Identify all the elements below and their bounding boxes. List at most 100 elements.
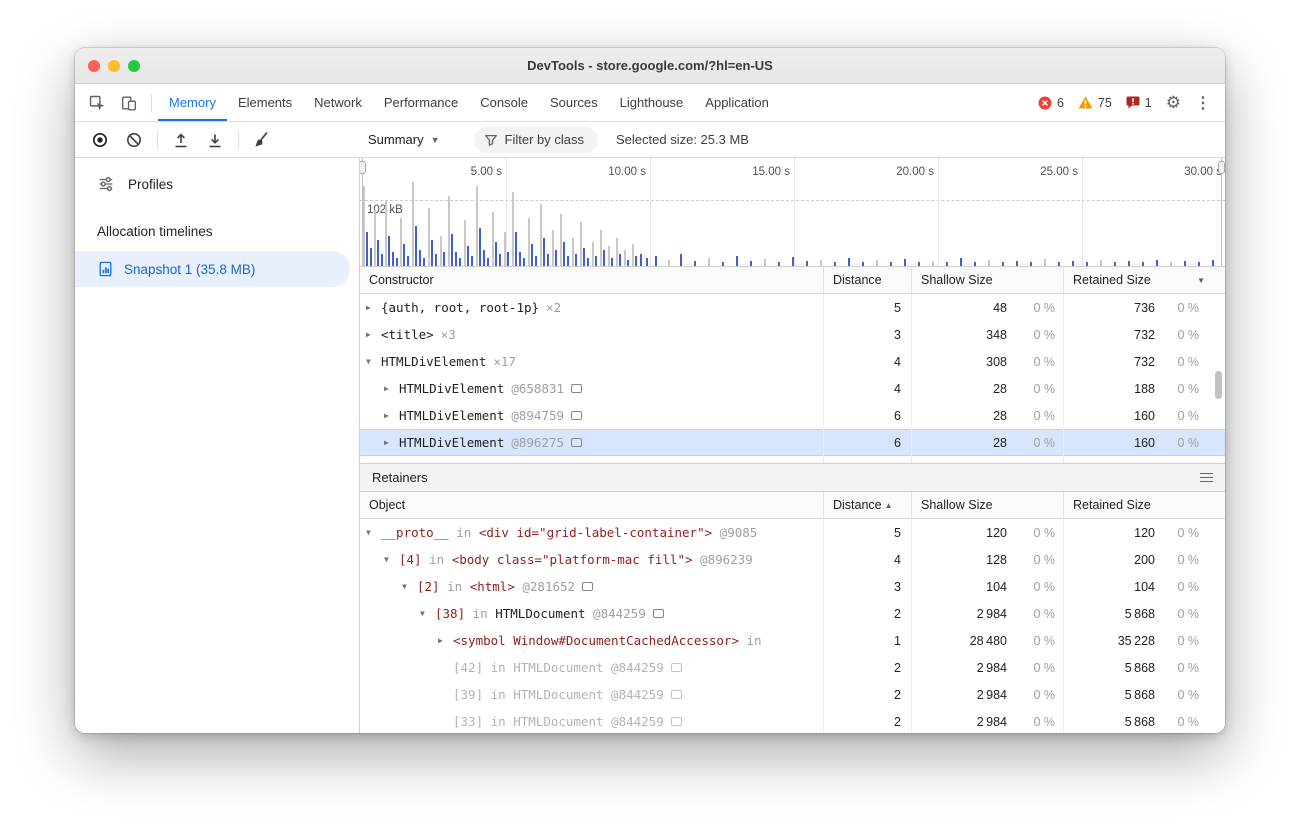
expander-icon[interactable]: ▶ [384,384,399,393]
column-header-shallow-size[interactable]: Shallow Size [911,267,1063,293]
reveal-in-elements-icon[interactable] [671,690,682,699]
column-header-distance[interactable]: Distance [823,267,911,293]
window-titlebar[interactable]: DevTools - store.google.com/?hl=en-US [75,48,1225,84]
retained-size-cell: 1880 % [1063,375,1225,402]
record-heap-button[interactable] [83,126,117,154]
reveal-in-elements-icon[interactable] [653,609,664,618]
tab-network[interactable]: Network [303,84,373,121]
expander-icon[interactable]: ▶ [366,330,381,339]
allocation-bar [479,228,481,266]
class-filter-input[interactable]: Filter by class [474,127,598,153]
constructor-row[interactable]: ▶HTMLDivElement@8947596280 %1600 % [360,402,1225,429]
retainer-row[interactable]: ▼__proto__ in <div id="grid-label-contai… [360,519,1225,546]
reveal-in-elements-icon[interactable] [571,384,582,393]
delete-profile-button[interactable] [245,126,279,154]
expander-icon[interactable]: ▼ [402,582,417,591]
profiles-sidebar: Profiles Allocation timelines Snapshot 1… [75,158,360,733]
settings-gear-button[interactable]: ⚙ [1166,94,1181,111]
warnings-badge[interactable]: 75 [1078,96,1112,110]
sort-asc-icon: ▲ [885,501,893,510]
clear-profiles-button[interactable] [117,126,151,154]
constructor-name: HTMLDivElement [399,462,504,463]
tab-console[interactable]: Console [469,84,539,121]
reveal-in-elements-icon[interactable] [571,438,582,447]
constructor-row[interactable]: ▶HTMLDivElement@6588314280 %1880 % [360,375,1225,402]
constructor-row[interactable]: ▶HTMLDivElement@… [360,456,1225,463]
record-icon [90,130,110,150]
column-header-constructor[interactable]: Constructor [360,267,823,293]
timeline-left-handle[interactable] [362,158,363,266]
perspective-select[interactable]: Summary ▼ [360,132,448,147]
retainers-menu-icon[interactable] [1200,473,1213,483]
tab-application[interactable]: Application [694,84,780,121]
allocation-bar [403,244,405,266]
issues-badge[interactable]: 1 [1126,96,1152,110]
expander-icon[interactable]: ▼ [366,528,381,537]
object-count-or-id: @894759 [511,408,564,423]
inspect-element-button[interactable] [81,84,113,121]
allocation-bar [848,258,850,266]
upload-icon [171,130,191,150]
save-profile-button[interactable] [198,126,232,154]
retainer-row[interactable]: [33] in HTMLDocument @84425922 9840 %5 8… [360,708,1225,733]
errors-badge[interactable]: 6 [1038,96,1064,110]
tune-sliders-icon [97,175,115,193]
column-header-distance[interactable]: Distance ▲ [823,492,911,518]
expander-icon[interactable]: ▼ [366,357,381,366]
vertical-scrollbar-thumb[interactable] [1215,371,1222,399]
constructor-row[interactable]: ▼HTMLDivElement×1743080 %7320 % [360,348,1225,375]
device-toolbar-button[interactable] [113,84,145,121]
minimize-window-button[interactable] [108,60,120,72]
column-header-shallow-size[interactable]: Shallow Size [911,492,1063,518]
tab-sources[interactable]: Sources [539,84,609,121]
allocation-bar [495,242,497,266]
retainer-row[interactable]: [42] in HTMLDocument @84425922 9840 %5 8… [360,654,1225,681]
retainer-row[interactable]: [39] in HTMLDocument @84425922 9840 %5 8… [360,681,1225,708]
warning-icon [1078,96,1093,109]
column-header-object[interactable]: Object [360,492,823,518]
reveal-in-elements-icon[interactable] [571,411,582,420]
object-id: @844259 [586,606,646,621]
close-window-button[interactable] [88,60,100,72]
column-header-retained-size[interactable]: Retained Size ▼ [1063,267,1225,293]
download-icon [205,130,225,150]
reveal-in-elements-icon[interactable] [671,717,682,726]
expander-icon[interactable]: ▶ [438,636,453,645]
column-header-retained-size[interactable]: Retained Size [1063,492,1225,518]
expander-icon[interactable]: ▼ [384,555,399,564]
reveal-in-elements-icon[interactable] [671,663,682,672]
shallow-size-cell: 2 9840 % [911,654,1063,681]
issue-icon [1126,96,1140,109]
retainer-row[interactable]: ▼[4] in <body class="platform-mac fill">… [360,546,1225,573]
expander-icon[interactable]: ▼ [420,609,435,618]
constructor-row[interactable]: ▶{auth, root, root-1p}×25480 %7360 % [360,294,1225,321]
load-profile-button[interactable] [164,126,198,154]
expander-icon[interactable]: ▶ [384,411,399,420]
expander-icon[interactable]: ▶ [384,438,399,447]
reveal-in-elements-icon[interactable] [582,582,593,591]
allocation-bar [632,244,634,266]
retainer-edge-name: __proto__ [381,525,449,540]
more-options-button[interactable]: ⋮ [1195,93,1211,113]
tab-lighthouse[interactable]: Lighthouse [609,84,695,121]
expander-icon[interactable]: ▶ [366,303,381,312]
constructor-row[interactable]: ▶<title>×333480 %7320 % [360,321,1225,348]
chevron-down-icon: ▼ [431,135,440,145]
profiles-header[interactable]: Profiles [75,158,359,210]
fullscreen-window-button[interactable] [128,60,140,72]
tab-elements[interactable]: Elements [227,84,303,121]
snapshot-list-item[interactable]: Snapshot 1 (35.8 MB) [75,251,350,287]
constructor-row[interactable]: ▶HTMLDivElement@8962756280 %1600 % [360,429,1225,456]
constructor-name-cell: ▶HTMLDivElement@658831 [360,375,823,402]
allocation-bar [499,254,501,266]
timeline-right-handle[interactable] [1221,158,1222,266]
retainer-row[interactable]: ▶<symbol Window#DocumentCachedAccessor> … [360,627,1225,654]
allocation-bar [377,240,379,266]
tab-performance[interactable]: Performance [373,84,469,121]
allocation-timeline[interactable]: 102 kB 5.00 s10.00 s15.00 s20.00 s25.00 … [360,158,1225,266]
retainer-row[interactable]: ▼[38] in HTMLDocument @84425922 9840 %5 … [360,600,1225,627]
tab-memory[interactable]: Memory [158,84,227,121]
object-id: @844259 [604,660,664,675]
retainer-row[interactable]: ▼[2] in <html> @28165231040 %1040 % [360,573,1225,600]
distance-cell [823,456,911,463]
